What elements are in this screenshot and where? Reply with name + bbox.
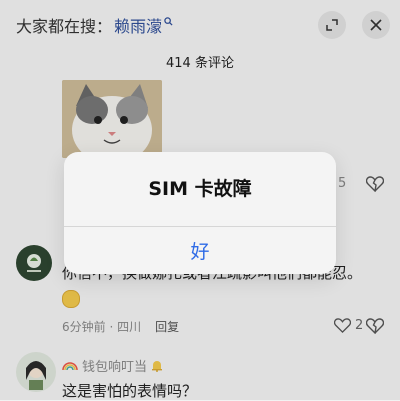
alert-dialog: SIM 卡故障 好 xyxy=(64,152,336,274)
alert-ok-button[interactable]: 好 xyxy=(64,227,336,274)
alert-title: SIM 卡故障 xyxy=(148,178,252,200)
